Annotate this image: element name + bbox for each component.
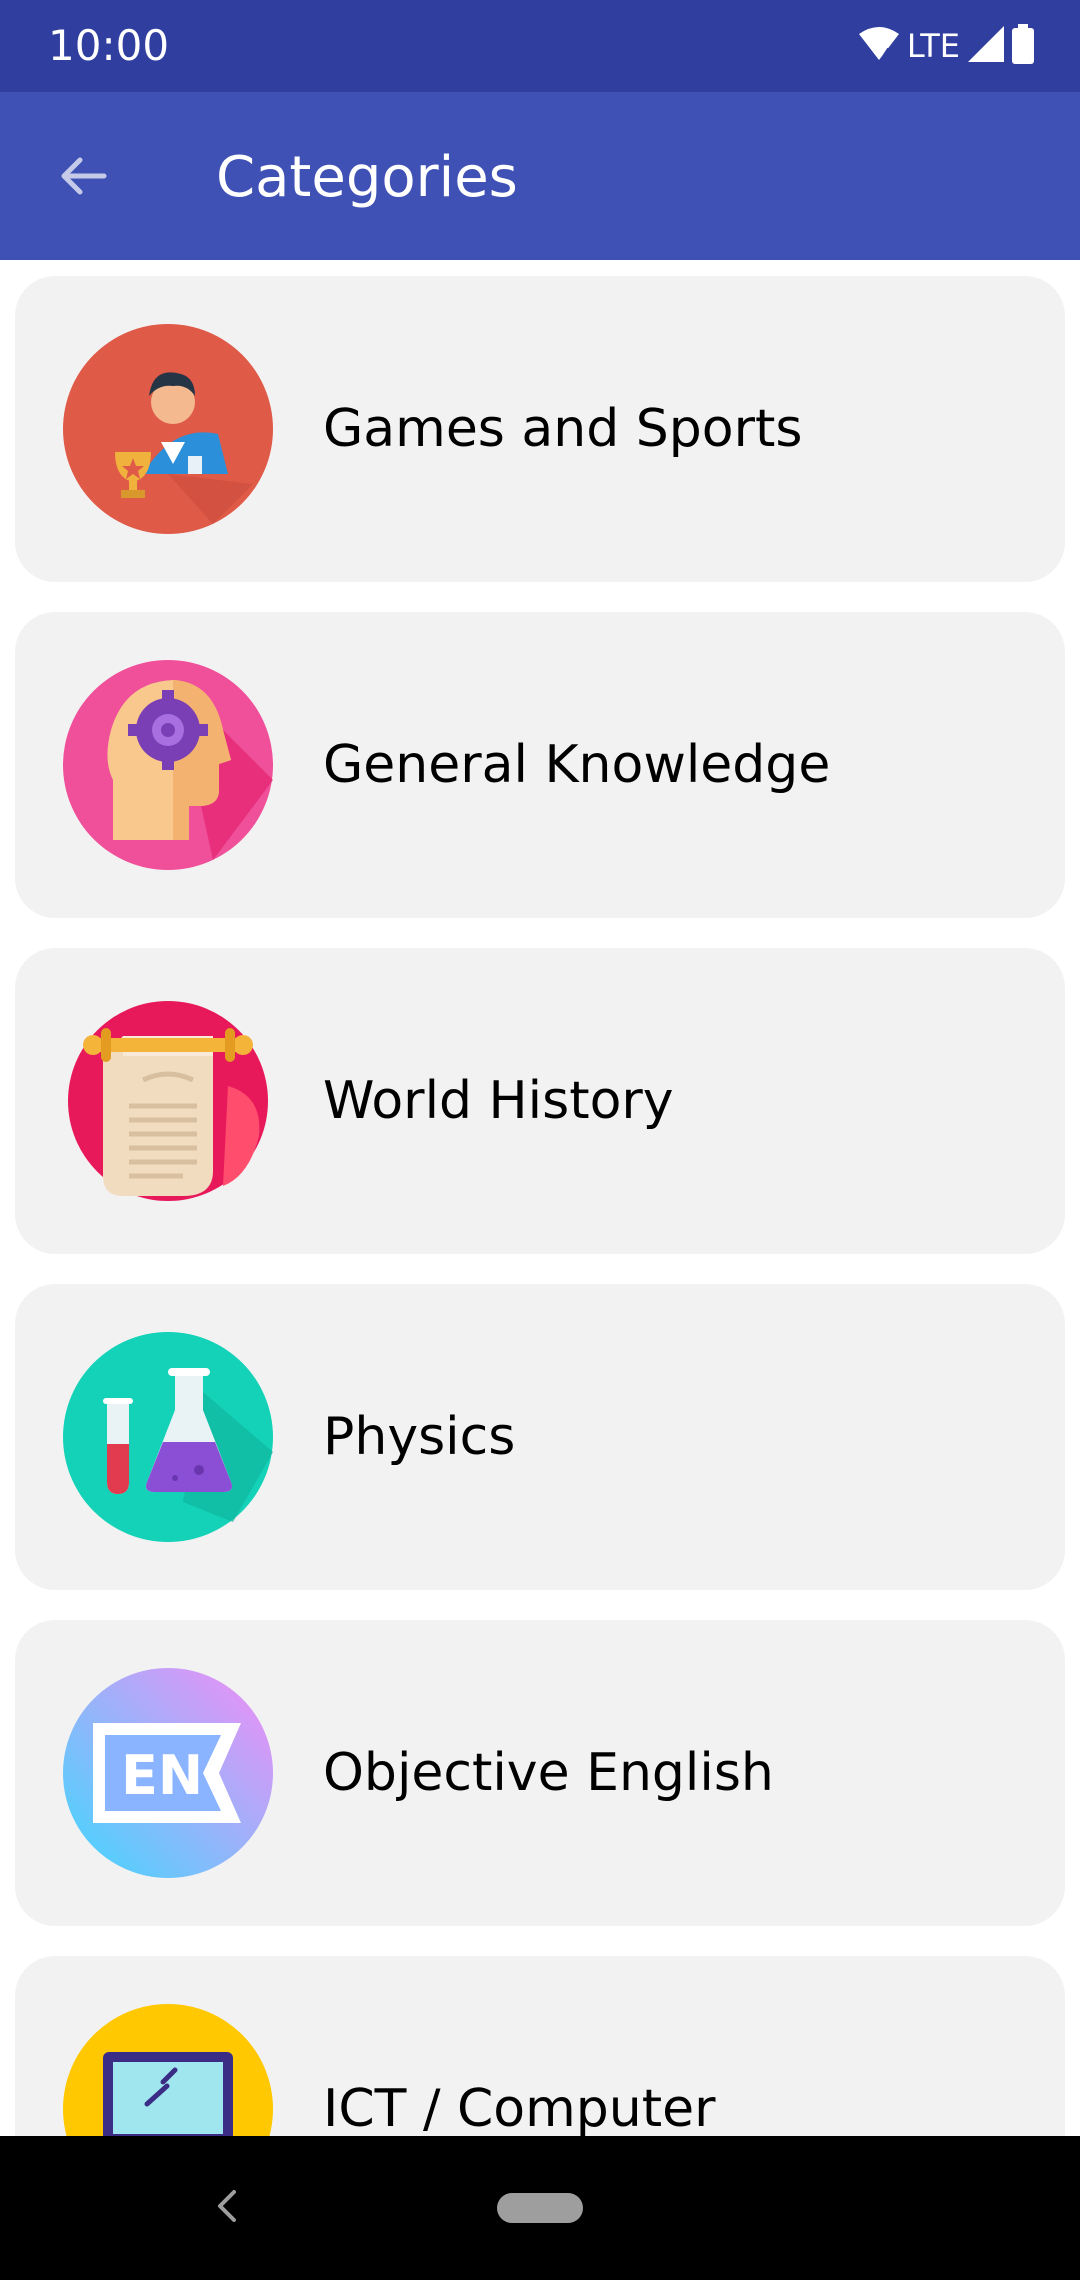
nav-back-icon [212,2186,240,2230]
category-label: Games and Sports [323,399,803,459]
category-card-world-history[interactable]: World History [15,948,1065,1254]
battery-icon [1010,24,1036,68]
svg-text:EN: EN [121,1744,203,1807]
category-card-general-knowledge[interactable]: General Knowledge [15,612,1065,918]
back-button[interactable] [40,136,124,220]
page-title: Categories [216,145,518,210]
category-card-objective-english[interactable]: EN Objective English [15,1620,1065,1926]
nav-home-pill[interactable] [497,2193,583,2223]
nav-back-button[interactable] [200,2182,252,2234]
category-label: ICT / Computer [323,2079,716,2136]
category-label: Objective English [323,1743,774,1803]
wifi-icon: 4 [858,26,899,66]
signal-icon [968,26,1004,66]
status-time: 10:00 [48,21,170,70]
general-knowledge-icon [63,660,273,870]
world-history-icon [63,996,273,1206]
svg-text:4: 4 [882,45,892,62]
category-label: World History [323,1071,674,1131]
arrow-back-icon [56,150,108,206]
app-bar: Categories [0,92,1080,260]
category-card-ict-computer[interactable]: ICT / Computer [15,1956,1065,2136]
category-list[interactable]: Games and Sports General Knowledge World… [0,260,1080,2136]
status-icons: 4 LTE [858,22,1036,70]
games-sports-icon [63,324,273,534]
category-card-physics[interactable]: Physics [15,1284,1065,1590]
system-nav-bar [0,2136,1080,2280]
status-bar: 10:00 4 LTE [0,0,1080,92]
category-label: Physics [323,1407,516,1467]
objective-english-icon: EN [63,1668,273,1878]
category-label: General Knowledge [323,735,831,795]
network-type: LTE [906,27,960,65]
physics-icon [63,1332,273,1542]
category-card-games-and-sports[interactable]: Games and Sports [15,276,1065,582]
ict-computer-icon [63,2004,273,2136]
